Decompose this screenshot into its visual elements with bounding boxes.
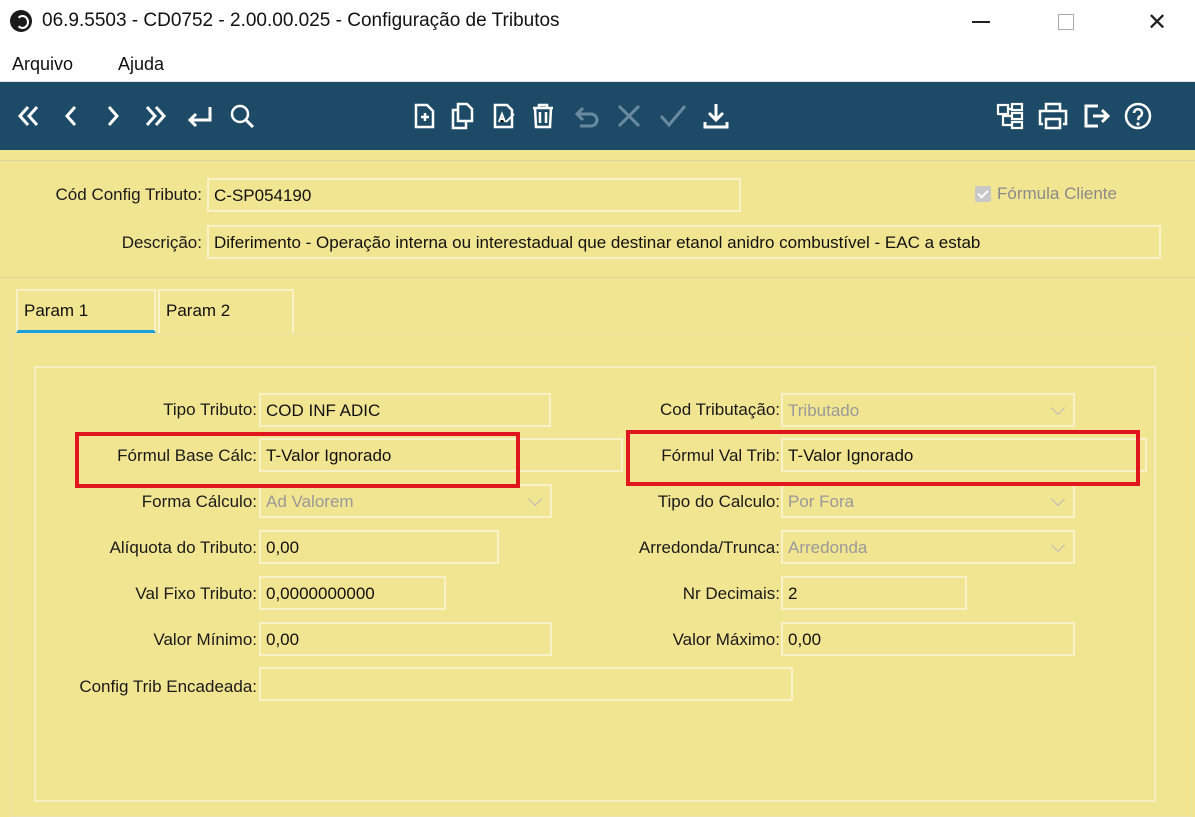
chevron-down-icon bbox=[1050, 537, 1066, 553]
config-trib-encadeada-label: Config Trib Encadeada: bbox=[79, 677, 257, 696]
tipo-calculo-value: Por Fora bbox=[788, 492, 855, 511]
menu-bar: Arquivo Ajuda bbox=[0, 44, 1195, 82]
main-form: Cód Config Tributo: C-SP054190 Fórmula C… bbox=[0, 150, 1195, 817]
forma-calculo-select[interactable]: Ad Valorem bbox=[259, 484, 552, 518]
maximize-button[interactable] bbox=[1043, 4, 1089, 40]
tab-param-1[interactable]: Param 1 bbox=[16, 289, 156, 333]
help-icon[interactable] bbox=[1120, 98, 1156, 134]
val-fixo-field[interactable]: 0,0000000000 bbox=[259, 576, 446, 610]
aliquota-label: Alíquota do Tributo: bbox=[109, 538, 257, 557]
formula-cliente-checkbox: Fórmula Cliente bbox=[975, 184, 1117, 204]
exit-icon[interactable] bbox=[1078, 98, 1114, 134]
close-icon: ✕ bbox=[1146, 8, 1168, 36]
cod-tributacao-select[interactable]: Tributado bbox=[781, 393, 1075, 427]
val-fixo-label: Val Fixo Tributo: bbox=[135, 584, 257, 603]
hierarchy-icon[interactable] bbox=[992, 98, 1028, 134]
arredonda-trunca-value: Arredonda bbox=[788, 538, 868, 557]
nr-decimais-field[interactable]: 2 bbox=[781, 576, 967, 610]
undo-icon bbox=[569, 98, 605, 134]
descricao-label: Descrição: bbox=[121, 233, 202, 252]
copy-record-icon[interactable] bbox=[445, 98, 481, 134]
tipo-calculo-label: Tipo do Calculo: bbox=[657, 492, 780, 511]
highlight-formul-val-trib bbox=[626, 430, 1140, 486]
print-icon[interactable] bbox=[1035, 98, 1071, 134]
tipo-tributo-field[interactable]: COD INF ADIC bbox=[259, 393, 551, 427]
confirm-icon bbox=[655, 98, 691, 134]
toolbar bbox=[0, 82, 1195, 150]
checkbox-checked-icon bbox=[975, 186, 991, 202]
valor-maximo-field[interactable]: 0,00 bbox=[781, 622, 1075, 656]
tipo-tributo-label: Tipo Tributo: bbox=[163, 400, 257, 419]
chevron-down-icon bbox=[527, 491, 543, 507]
highlight-formul-base-calc bbox=[75, 432, 520, 488]
window-title: 06.9.5503 - CD0752 - 2.00.00.025 - Confi… bbox=[42, 10, 560, 31]
valor-maximo-label: Valor Máximo: bbox=[672, 630, 780, 649]
minimize-icon bbox=[972, 21, 990, 23]
maximize-icon bbox=[1058, 14, 1074, 30]
new-record-icon[interactable] bbox=[406, 98, 442, 134]
cancel-icon bbox=[611, 98, 647, 134]
cod-config-label: Cód Config Tributo: bbox=[55, 185, 202, 204]
chevron-down-icon bbox=[1050, 491, 1066, 507]
cod-tributacao-label: Cod Tributação: bbox=[659, 400, 780, 419]
cod-tributacao-value: Tributado bbox=[788, 401, 860, 420]
forma-calculo-value: Ad Valorem bbox=[266, 492, 354, 511]
download-icon[interactable] bbox=[698, 98, 734, 134]
valor-minimo-label: Valor Mínimo: bbox=[153, 630, 257, 649]
menu-ajuda[interactable]: Ajuda bbox=[118, 54, 164, 75]
valor-minimo-field[interactable]: 0,00 bbox=[259, 622, 552, 656]
nr-decimais-label: Nr Decimais: bbox=[682, 584, 780, 603]
delete-icon[interactable] bbox=[525, 98, 561, 134]
tipo-calculo-select[interactable]: Por Fora bbox=[781, 484, 1075, 518]
descricao-field[interactable]: Diferimento - Operação interna ou intere… bbox=[207, 225, 1161, 259]
forma-calculo-label: Forma Cálculo: bbox=[141, 492, 257, 511]
close-button[interactable]: ✕ bbox=[1134, 4, 1180, 40]
goto-icon[interactable] bbox=[181, 98, 217, 134]
next-record-icon[interactable] bbox=[95, 98, 131, 134]
previous-record-icon[interactable] bbox=[53, 98, 89, 134]
menu-arquivo[interactable]: Arquivo bbox=[12, 54, 73, 75]
app-logo-icon bbox=[10, 10, 32, 32]
title-bar: 06.9.5503 - CD0752 - 2.00.00.025 - Confi… bbox=[0, 0, 1195, 44]
first-record-icon[interactable] bbox=[10, 98, 46, 134]
aliquota-field[interactable]: 0,00 bbox=[259, 530, 499, 564]
arredonda-trunca-label: Arredonda/Trunca: bbox=[638, 538, 780, 557]
minimize-button[interactable] bbox=[958, 4, 1004, 40]
edit-record-icon[interactable] bbox=[486, 98, 522, 134]
cod-config-field[interactable]: C-SP054190 bbox=[207, 178, 741, 212]
tab-param-2[interactable]: Param 2 bbox=[158, 289, 294, 333]
arredonda-trunca-select[interactable]: Arredonda bbox=[781, 530, 1075, 564]
config-trib-encadeada-field[interactable] bbox=[259, 667, 793, 701]
last-record-icon[interactable] bbox=[138, 98, 174, 134]
chevron-down-icon bbox=[1050, 400, 1066, 416]
formula-cliente-label: Fórmula Cliente bbox=[997, 184, 1117, 203]
search-icon[interactable] bbox=[224, 98, 260, 134]
